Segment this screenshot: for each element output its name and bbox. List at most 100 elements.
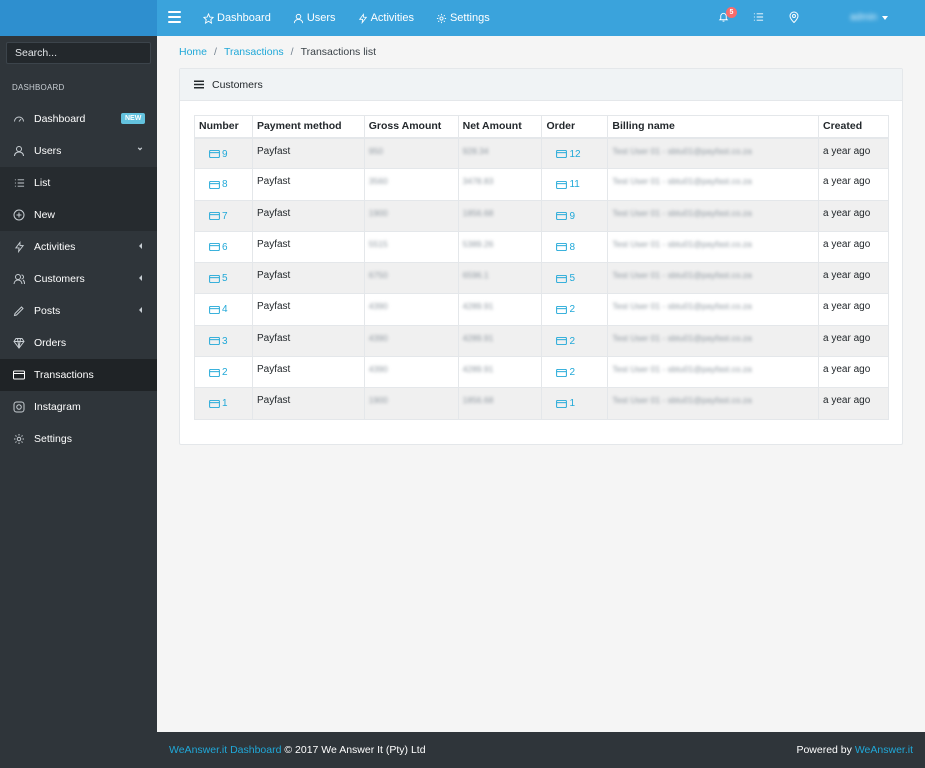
column-header[interactable]: Billing name <box>607 115 820 139</box>
billing-name-value: Test User 01 - sbtu01@payfast.co.za <box>612 145 752 156</box>
link-text: 12 <box>569 148 581 160</box>
cell-number: 2 <box>194 356 253 389</box>
user-icon <box>14 146 24 157</box>
sidebar-item-transactions[interactable]: Transactions <box>0 359 157 391</box>
sidebar-item-label: Users <box>34 145 62 157</box>
cell-number: 6 <box>194 230 253 264</box>
link-text: 1 <box>222 398 228 410</box>
sidebar-item-new[interactable]: New <box>0 199 157 231</box>
sidebar-item-customers[interactable]: Customers <box>0 263 157 295</box>
column-header[interactable]: Gross Amount <box>363 115 459 139</box>
nav-settings[interactable]: Settings <box>436 12 490 24</box>
link-text: 7 <box>222 210 228 222</box>
location-pin-icon[interactable] <box>789 11 799 23</box>
sidebar-item-posts[interactable]: Posts <box>0 295 157 327</box>
footer-right: Powered by WeAnswer.it <box>796 744 913 756</box>
table-body: 9 Payfast 950 928.34 12 Test User 01 - sbtu01… <box>194 136 889 420</box>
cell-gross-amount: 4390 <box>363 324 459 358</box>
cell-billing-name: Test User 01 - sbtu01@payfast.co.za <box>607 293 820 326</box>
sidebar-item-activities[interactable]: Activities <box>0 231 157 263</box>
nav-dashboard[interactable]: Dashboard <box>203 12 271 24</box>
link-text: 9 <box>222 148 228 160</box>
transaction-number-link[interactable]: 2 <box>199 364 228 378</box>
credit-card-icon <box>209 212 220 221</box>
breadcrumb-transactions[interactable]: Transactions <box>224 46 284 58</box>
gross-amount-value: 1900 <box>368 207 388 218</box>
cell-created: a year ago <box>818 262 889 295</box>
link-text: 4 <box>222 304 228 316</box>
breadcrumb-home[interactable]: Home <box>179 46 207 58</box>
column-header[interactable]: Net Amount <box>457 115 543 139</box>
transaction-number-link[interactable]: 6 <box>199 239 228 253</box>
credit-card-icon <box>209 399 220 408</box>
nav-activities[interactable]: Activities <box>358 12 414 24</box>
diamond-icon <box>13 338 25 349</box>
cell-gross-amount: 3560 <box>363 168 459 201</box>
column-header[interactable]: Payment method <box>251 115 365 139</box>
transaction-number-link[interactable]: 3 <box>199 333 228 347</box>
order-link[interactable]: 5 <box>546 270 575 284</box>
search-input[interactable] <box>6 42 151 64</box>
user-menu[interactable]: admin <box>850 12 889 23</box>
sidebar-item-list[interactable]: List <box>0 167 157 199</box>
order-link[interactable]: 8 <box>546 239 575 253</box>
cell-order: 2 <box>541 324 609 358</box>
gross-amount-value: 4390 <box>368 301 388 312</box>
top-nav: Dashboard Users Activities Settings <box>203 0 512 36</box>
credit-card-icon <box>556 212 568 221</box>
billing-name-value: Test User 01 - sbtu01@payfast.co.za <box>612 270 752 281</box>
order-link[interactable]: 12 <box>546 146 581 160</box>
transaction-number-link[interactable]: 7 <box>199 208 228 222</box>
net-amount-value: 4289.91 <box>462 301 494 312</box>
cell-net-amount: 928.34 <box>457 136 543 170</box>
transaction-number-link[interactable]: 8 <box>199 176 228 190</box>
speedometer-icon <box>14 116 24 122</box>
billing-name-value: Test User 01 - sbtu01@payfast.co.za <box>612 176 752 187</box>
breadcrumb: Home / Transactions / Transactions list <box>157 36 925 68</box>
sidebar-item-users[interactable]: Users <box>0 135 157 167</box>
net-amount-value: 1856.68 <box>462 207 494 218</box>
order-link[interactable]: 2 <box>546 364 575 378</box>
cell-number: 7 <box>194 199 253 232</box>
brand-area[interactable] <box>0 0 157 36</box>
column-header[interactable]: Order <box>541 115 609 139</box>
list-icon[interactable] <box>753 12 764 22</box>
cell-number: 5 <box>194 262 253 295</box>
table-row: 5 Payfast 6750 6596.1 5 Test User 01 - sbtu01… <box>194 262 889 295</box>
transaction-number-link[interactable]: 9 <box>199 146 228 160</box>
column-header[interactable]: Number <box>194 115 253 139</box>
gross-amount-value: 4390 <box>368 364 388 375</box>
credit-card-icon <box>556 180 568 189</box>
table-row: 9 Payfast 950 928.34 12 Test User 01 - sbtu01… <box>194 136 889 170</box>
sidebar-item-dashboard[interactable]: Dashboard NEW <box>0 103 157 135</box>
table-row: 3 Payfast 4390 4289.91 2 Test User 01 - sbtu0… <box>194 324 889 358</box>
net-amount-value: 4289.91 <box>462 364 494 375</box>
cell-billing-name: Test User 01 - sbtu01@payfast.co.za <box>607 136 820 170</box>
nav-users-label: Users <box>306 12 336 24</box>
sidebar-item-orders[interactable]: Orders <box>0 327 157 359</box>
order-link[interactable]: 11 <box>546 176 580 190</box>
footer-brand-link[interactable]: WeAnswer.it Dashboard <box>169 744 281 756</box>
footer-powered-link[interactable]: WeAnswer.it <box>855 744 913 756</box>
order-link[interactable]: 1 <box>546 395 575 409</box>
transaction-number-link[interactable]: 4 <box>199 301 228 315</box>
sidebar-item-settings[interactable]: Settings <box>0 423 157 455</box>
cell-order: 12 <box>541 136 609 170</box>
transaction-number-link[interactable]: 1 <box>199 395 228 409</box>
nav-users[interactable]: Users <box>293 12 336 24</box>
link-text: 5 <box>569 273 576 285</box>
transaction-number-link[interactable]: 5 <box>199 270 228 284</box>
credit-card-icon <box>209 180 220 189</box>
credit-card-icon <box>556 337 568 346</box>
column-header[interactable]: Created <box>818 115 889 139</box>
order-link[interactable]: 2 <box>546 333 575 347</box>
cell-gross-amount: 4390 <box>363 293 459 326</box>
menu-toggle-icon[interactable] <box>168 10 181 26</box>
menu-icon <box>194 80 204 89</box>
order-link[interactable]: 9 <box>546 208 575 222</box>
credit-card-icon <box>556 305 568 314</box>
sidebar-item-instagram[interactable]: Instagram <box>0 391 157 423</box>
order-link[interactable]: 2 <box>546 301 575 315</box>
credit-card-icon <box>209 337 220 346</box>
cell-number: 1 <box>194 387 253 420</box>
